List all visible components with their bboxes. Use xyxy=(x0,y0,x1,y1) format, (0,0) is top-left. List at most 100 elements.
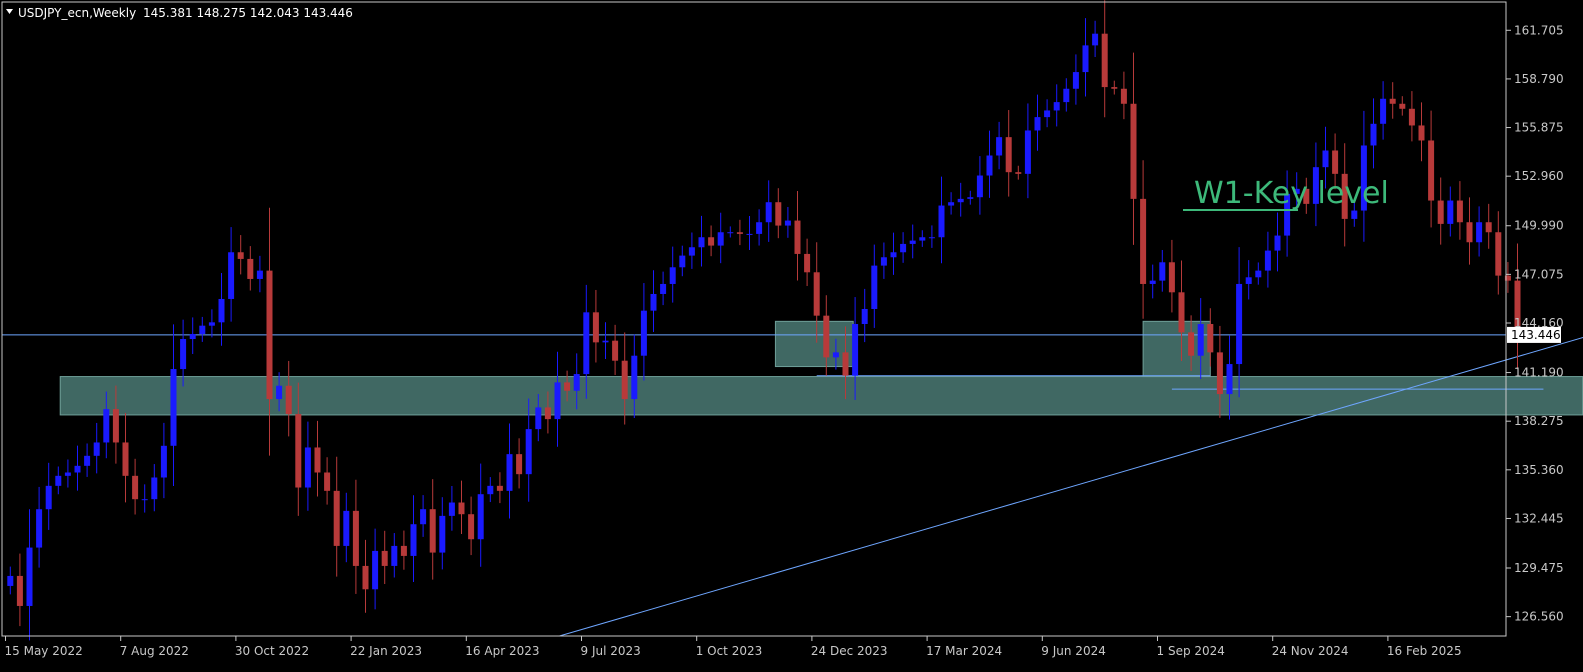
candle-body-51[interactable] xyxy=(496,485,503,491)
candle-body-10[interactable] xyxy=(103,409,110,443)
candle-body-104[interactable] xyxy=(1005,137,1012,173)
candle-body-46[interactable] xyxy=(448,502,455,516)
candle-body-123[interactable] xyxy=(1188,332,1195,356)
candle-body-17[interactable] xyxy=(170,369,177,446)
candle-body-155[interactable] xyxy=(1495,232,1502,276)
candle-body-57[interactable] xyxy=(554,382,561,420)
candle-body-128[interactable] xyxy=(1236,283,1243,365)
candle-body-85[interactable] xyxy=(823,315,830,358)
candle-body-34[interactable] xyxy=(333,490,340,546)
candle-body-11[interactable] xyxy=(112,409,119,443)
candle-body-61[interactable] xyxy=(592,312,599,343)
candle-body-35[interactable] xyxy=(343,510,350,546)
candle-body-68[interactable] xyxy=(660,283,667,294)
candle-body-33[interactable] xyxy=(324,472,331,491)
candle-body-24[interactable] xyxy=(237,252,244,259)
candle-body-42[interactable] xyxy=(410,524,417,556)
candle-body-72[interactable] xyxy=(698,237,705,248)
candle-body-54[interactable] xyxy=(525,429,532,475)
candle-body-111[interactable] xyxy=(1072,72,1079,89)
candle-body-102[interactable] xyxy=(986,155,993,176)
candle-body-55[interactable] xyxy=(535,407,542,430)
candle-body-126[interactable] xyxy=(1216,352,1223,395)
candle-body-130[interactable] xyxy=(1255,270,1262,278)
candle-body-58[interactable] xyxy=(564,382,571,391)
candle-body-65[interactable] xyxy=(631,355,638,400)
candle-body-97[interactable] xyxy=(938,205,945,238)
candle-body-67[interactable] xyxy=(650,293,657,311)
candle-body-106[interactable] xyxy=(1024,130,1031,174)
candle-body-44[interactable] xyxy=(429,509,436,553)
candle-body-37[interactable] xyxy=(362,565,369,590)
candle-body-86[interactable] xyxy=(832,352,839,358)
candle-body-90[interactable] xyxy=(871,265,878,309)
candle-body-66[interactable] xyxy=(640,310,647,356)
candle-body-151[interactable] xyxy=(1456,200,1463,223)
candle-body-132[interactable] xyxy=(1274,235,1281,251)
candle-body-95[interactable] xyxy=(919,237,926,241)
candle-body-36[interactable] xyxy=(352,510,359,566)
candle-body-23[interactable] xyxy=(228,252,235,299)
candle-body-91[interactable] xyxy=(880,257,887,266)
candle-body-82[interactable] xyxy=(794,220,801,254)
candle-body-52[interactable] xyxy=(506,454,513,491)
candle-body-13[interactable] xyxy=(132,475,139,500)
candle-body-79[interactable] xyxy=(765,202,772,223)
candle-body-129[interactable] xyxy=(1245,277,1252,284)
candle-body-26[interactable] xyxy=(256,270,263,279)
candle-body-122[interactable] xyxy=(1178,292,1185,333)
candle-body-93[interactable] xyxy=(900,243,907,253)
candle-body-53[interactable] xyxy=(516,454,523,475)
candle-body-96[interactable] xyxy=(928,237,935,239)
candle-body-21[interactable] xyxy=(208,322,215,326)
candle-body-87[interactable] xyxy=(842,352,849,376)
candle-body-112[interactable] xyxy=(1082,45,1089,73)
candle-body-45[interactable] xyxy=(439,515,446,553)
candle-body-50[interactable] xyxy=(487,485,494,495)
candle-body-152[interactable] xyxy=(1466,222,1473,243)
candle-body-98[interactable] xyxy=(948,202,955,206)
candle-body-88[interactable] xyxy=(852,324,859,376)
candle-body-94[interactable] xyxy=(909,240,916,244)
candle-body-2[interactable] xyxy=(26,547,33,606)
candle-body-1[interactable] xyxy=(16,575,23,606)
candle-body-62[interactable] xyxy=(602,340,609,343)
candle-body-56[interactable] xyxy=(544,407,551,420)
candle-body-0[interactable] xyxy=(7,575,14,586)
candle-body-63[interactable] xyxy=(612,340,619,361)
candle-body-39[interactable] xyxy=(381,550,388,566)
candle-body-18[interactable] xyxy=(180,339,187,370)
candle-body-40[interactable] xyxy=(391,545,398,566)
candle-body-84[interactable] xyxy=(813,272,820,316)
candle-body-117[interactable] xyxy=(1130,103,1137,199)
candle-body-41[interactable] xyxy=(400,545,407,556)
candle-body-120[interactable] xyxy=(1159,262,1166,281)
candle-body-15[interactable] xyxy=(151,477,158,500)
candle-body-144[interactable] xyxy=(1389,98,1396,104)
candle-body-116[interactable] xyxy=(1120,88,1127,104)
candle-body-99[interactable] xyxy=(957,198,964,203)
candle-body-14[interactable] xyxy=(141,499,148,501)
chart-canvas[interactable]: W1-Key level 161.705 158.790 155.875 152.96… xyxy=(0,0,1583,668)
candle-body-80[interactable] xyxy=(775,202,782,226)
candle-body-19[interactable] xyxy=(189,334,196,340)
candle-body-32[interactable] xyxy=(314,447,321,473)
candle-body-107[interactable] xyxy=(1034,117,1041,131)
candle-body-121[interactable] xyxy=(1168,262,1175,293)
candle-body-71[interactable] xyxy=(688,247,695,256)
candle-body-47[interactable] xyxy=(458,502,465,515)
candle-body-76[interactable] xyxy=(736,232,743,234)
key-level-annotation[interactable]: W1-Key level xyxy=(1194,176,1389,211)
candle-body-119[interactable] xyxy=(1149,280,1156,284)
candle-body-43[interactable] xyxy=(420,509,427,525)
candle-body-109[interactable] xyxy=(1053,102,1060,111)
candle-body-124[interactable] xyxy=(1197,324,1204,356)
candle-body-74[interactable] xyxy=(717,232,724,246)
candle-body-3[interactable] xyxy=(36,509,43,548)
candle-body-16[interactable] xyxy=(160,445,167,478)
candle-body-153[interactable] xyxy=(1476,222,1483,243)
candle-body-73[interactable] xyxy=(708,237,715,246)
candle-body-29[interactable] xyxy=(285,385,292,415)
candle-body-38[interactable] xyxy=(372,550,379,590)
candle-body-138[interactable] xyxy=(1332,150,1339,174)
